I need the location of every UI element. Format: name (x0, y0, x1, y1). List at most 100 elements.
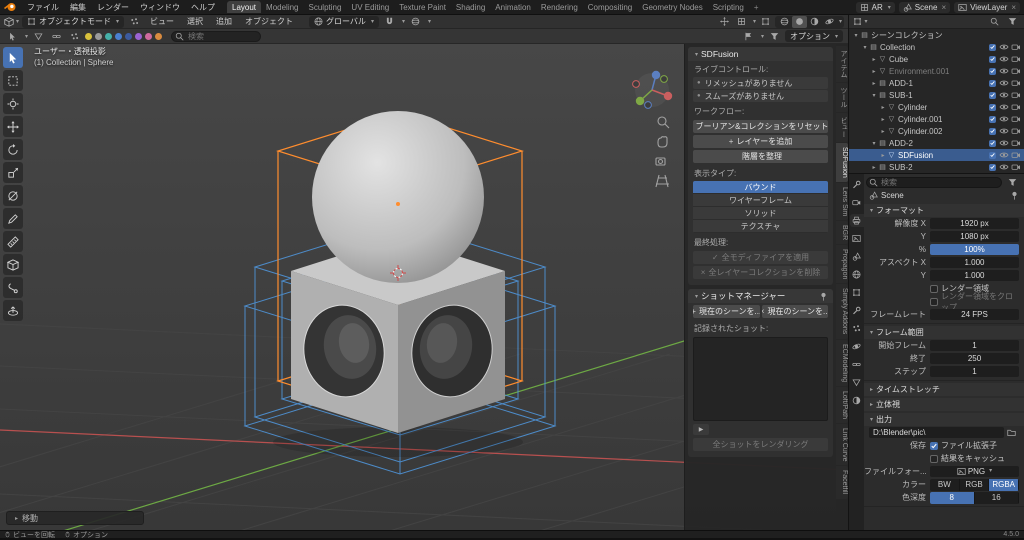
number-field[interactable]: 250 (930, 353, 1019, 364)
topbar-menu[interactable]: ウィンドウ (135, 1, 185, 14)
tab-constraints[interactable] (850, 358, 864, 371)
snap-toggle[interactable] (382, 16, 397, 28)
gizmo-y-axis[interactable] (635, 96, 645, 106)
collapsed-section-header[interactable]: ▸ タイムストレッチ (864, 383, 1024, 396)
camera-visibility-toggle[interactable] (1010, 55, 1022, 63)
camera-visibility-toggle[interactable] (1010, 91, 1022, 99)
add-workspace-button[interactable]: + (749, 1, 764, 13)
camera-visibility-toggle[interactable] (1010, 127, 1022, 135)
tool-button[interactable] (3, 139, 23, 160)
outliner-row[interactable]: ▸ ▽ Cylinder.002 (849, 125, 1024, 137)
outliner-row[interactable]: ▾ ▤ ADD-2 (849, 137, 1024, 149)
npanel-tab[interactable]: アイテム (836, 46, 848, 82)
active-tool-arrow[interactable]: ▾ (25, 33, 28, 40)
sdf-primitive-dot[interactable] (125, 32, 133, 40)
workspace-tab[interactable]: Sculpting (304, 1, 347, 13)
outliner-search-icon[interactable] (987, 16, 1002, 28)
tool-button[interactable] (3, 185, 23, 206)
tool-button[interactable] (3, 93, 23, 114)
xray-toggle[interactable] (758, 16, 773, 28)
expand-toggle[interactable]: ▸ (870, 68, 878, 75)
exclude-checkbox[interactable] (986, 115, 998, 123)
npanel-tab[interactable]: Simply Addons (836, 284, 848, 339)
gizmo-y-neg[interactable] (660, 75, 668, 83)
camera-visibility-toggle[interactable] (1010, 163, 1022, 171)
number-field[interactable]: 1080 px (930, 231, 1019, 242)
recorded-shots-list[interactable] (693, 337, 828, 421)
viewport-menu[interactable]: 選択 (182, 15, 208, 28)
number-field[interactable]: 100% (930, 244, 1019, 255)
npanel-tab[interactable]: Facetfill (836, 466, 848, 499)
exclude-checkbox[interactable] (986, 67, 998, 75)
tab-material[interactable] (850, 394, 864, 407)
hide-eye-toggle[interactable] (998, 79, 1010, 87)
tool-button[interactable] (3, 254, 23, 275)
gizmo-z-axis[interactable] (651, 70, 661, 80)
pin-icon[interactable] (1010, 191, 1019, 200)
tool-button[interactable] (3, 277, 23, 298)
color-depth-option[interactable]: 16 (975, 491, 1019, 504)
tab-modifiers[interactable] (850, 304, 864, 317)
gizmo-z-neg[interactable] (644, 101, 652, 109)
shot-manager-header[interactable]: ▾ ショットマネージャー (688, 289, 833, 303)
camera-visibility-toggle[interactable] (1010, 139, 1022, 147)
workspace-tab[interactable]: Animation (490, 1, 536, 13)
overlays-toggle[interactable] (734, 16, 749, 28)
expand-toggle[interactable]: ▸ (870, 56, 878, 63)
hide-eye-toggle[interactable] (998, 91, 1010, 99)
topbar-menu[interactable]: ファイル (22, 1, 64, 14)
output-path-field[interactable]: D:\Blender\pic\ (869, 427, 1004, 438)
file-format-dropdown[interactable]: PNG ▾ (930, 466, 1019, 477)
tool-button[interactable] (3, 47, 23, 68)
npanel-tab[interactable]: Lens Sim (836, 182, 848, 220)
tool-button[interactable] (3, 208, 23, 229)
npanel-tab[interactable]: Loft/Path (836, 386, 848, 423)
npanel-tab[interactable]: ECModeling (836, 339, 848, 386)
tool-extra-icon-1[interactable] (31, 30, 46, 42)
shot-action-button[interactable]: × 現在のシーンを... (761, 305, 828, 318)
outliner-row[interactable]: ▸ ▽ Environment.001 (849, 65, 1024, 77)
sdf-primitive-dot[interactable] (85, 32, 93, 40)
workspace-tab[interactable]: UV Editing (346, 1, 394, 13)
tab-output[interactable] (849, 214, 864, 227)
expand-toggle[interactable]: ▸ (879, 152, 887, 159)
transform-orientation-selector[interactable]: グローバル ▾ (309, 15, 379, 28)
format-section-header[interactable]: ▾ フォーマット (864, 204, 1024, 217)
unlink-viewlayer-button[interactable]: × (1011, 3, 1016, 12)
shading-wireframe-button[interactable] (777, 16, 792, 28)
proportional-settings-arrow[interactable]: ▾ (428, 18, 431, 25)
npanel-tab[interactable]: Link Curve (836, 423, 848, 466)
exclude-checkbox[interactable] (986, 127, 998, 135)
outliner-row[interactable]: ▸ ▤ ADD-1 (849, 77, 1024, 89)
viewlayer-selector[interactable]: ViewLayer × (954, 1, 1020, 13)
color-mode-option[interactable]: BW (930, 478, 960, 491)
sdf-primitive-dot[interactable] (155, 32, 163, 40)
properties-search-input[interactable] (866, 176, 1002, 188)
exclude-checkbox[interactable] (986, 91, 998, 99)
outliner-row[interactable]: ▸ ▽ Cube (849, 53, 1024, 65)
gizmo-x-axis[interactable] (663, 91, 673, 101)
expand-toggle[interactable]: ▸ (879, 116, 887, 123)
workspace-tab[interactable]: Rendering (536, 1, 583, 13)
sdf-primitive-dot[interactable] (115, 32, 123, 40)
expand-toggle[interactable]: ▸ (870, 164, 878, 171)
display-type-option[interactable]: テクスチャ (693, 220, 828, 233)
outliner-row[interactable]: ▸ ▽ SDFusion (849, 149, 1024, 161)
hide-eye-toggle[interactable] (998, 139, 1010, 147)
sdfusion-panel-header[interactable]: ▾ SDFusion (688, 47, 833, 61)
proportional-edit-toggle[interactable] (408, 16, 423, 28)
expand-toggle[interactable]: ▸ (879, 104, 887, 111)
live-control-item[interactable]: ● スムーズがありません (693, 90, 828, 102)
color-mode-option[interactable]: RGBA (989, 478, 1019, 491)
expand-toggle[interactable]: ▸ (879, 128, 887, 135)
display-type-option[interactable]: ソリッド (693, 207, 828, 220)
exclude-checkbox[interactable] (986, 55, 998, 63)
exclude-checkbox[interactable] (986, 79, 998, 87)
bookmark-icon[interactable] (741, 30, 756, 42)
tab-world[interactable] (850, 268, 864, 281)
blender-logo-menu[interactable] (4, 2, 17, 12)
open-folder-button[interactable] (1004, 427, 1019, 439)
unlink-scene-button[interactable]: × (941, 3, 946, 12)
hide-eye-toggle[interactable] (998, 151, 1010, 159)
shot-action-button[interactable]: + 現在のシーンを... (693, 305, 760, 318)
